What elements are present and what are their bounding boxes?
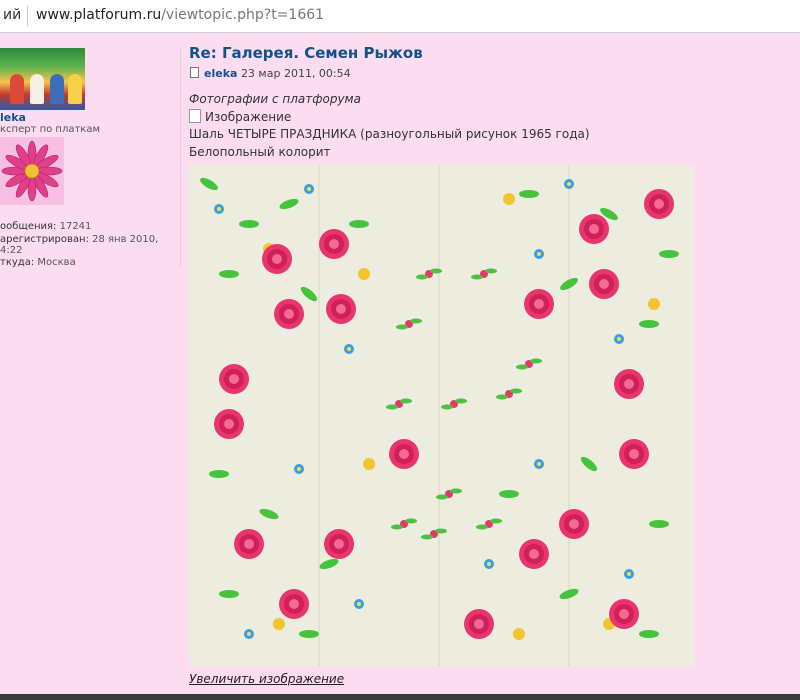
- enlarge-image-link[interactable]: Увеличить изображение: [189, 672, 344, 686]
- post-title-link[interactable]: Re: Галерея. Семен Рыжов: [189, 44, 423, 62]
- column-divider: [180, 48, 181, 268]
- username-link[interactable]: leka: [0, 111, 26, 124]
- browser-address-bar[interactable]: ий www.platforum.ru/viewtopic.php?t=1661: [0, 0, 800, 33]
- stat-registered: арегистрирован: 28 янв 2010,: [0, 234, 158, 245]
- broken-image-icon: [189, 109, 201, 123]
- address-separator: [27, 6, 28, 26]
- stat-value: 28 янв 2010,: [92, 234, 159, 245]
- stat-label: арегистрирован:: [0, 234, 89, 245]
- post-intro-text: Фотографии с платфорума: [189, 92, 361, 106]
- post-author-link[interactable]: eleka: [204, 67, 237, 80]
- stat-value: 4:22: [0, 245, 23, 256]
- stat-location: ткуда: Москва: [0, 257, 76, 268]
- avatar-figure: [10, 74, 24, 104]
- url-path: /viewtopic.php?t=1661: [161, 7, 325, 23]
- stat-value: Москва: [37, 257, 76, 268]
- shawl-photo[interactable]: [189, 164, 694, 666]
- post-text-line: Шаль ЧЕТЫРЕ ПРАЗДНИКА (разноугольный рис…: [189, 127, 590, 141]
- avatar-figure: [50, 74, 64, 104]
- bottom-bar: [0, 694, 800, 700]
- stat-label: ткуда:: [0, 257, 35, 268]
- post-meta: eleka 23 мар 2011, 00:54: [190, 67, 351, 80]
- avatar-figure: [30, 74, 44, 104]
- url-host: www.platforum.ru: [36, 7, 162, 23]
- stat-posts: ообщения: 17241: [0, 221, 91, 232]
- avatar-figure: [68, 74, 82, 104]
- user-rank: ксперт по платкам: [0, 124, 101, 135]
- broken-image: Изображение: [189, 109, 291, 124]
- tab-fragment: ий: [3, 7, 22, 23]
- url-field[interactable]: www.platforum.ru/viewtopic.php?t=1661: [36, 7, 324, 23]
- broken-image-alt: Изображение: [205, 110, 292, 124]
- stat-value: 17241: [59, 221, 92, 232]
- stat-registered-time: 4:22: [0, 245, 22, 256]
- stat-label: ообщения:: [0, 221, 57, 232]
- post-document-icon[interactable]: [190, 67, 199, 78]
- rank-flower-image: [0, 137, 64, 205]
- user-avatar[interactable]: [0, 48, 85, 110]
- post-text-line: Белопольный колорит: [189, 145, 331, 159]
- post-date: 23 мар 2011, 00:54: [240, 67, 351, 80]
